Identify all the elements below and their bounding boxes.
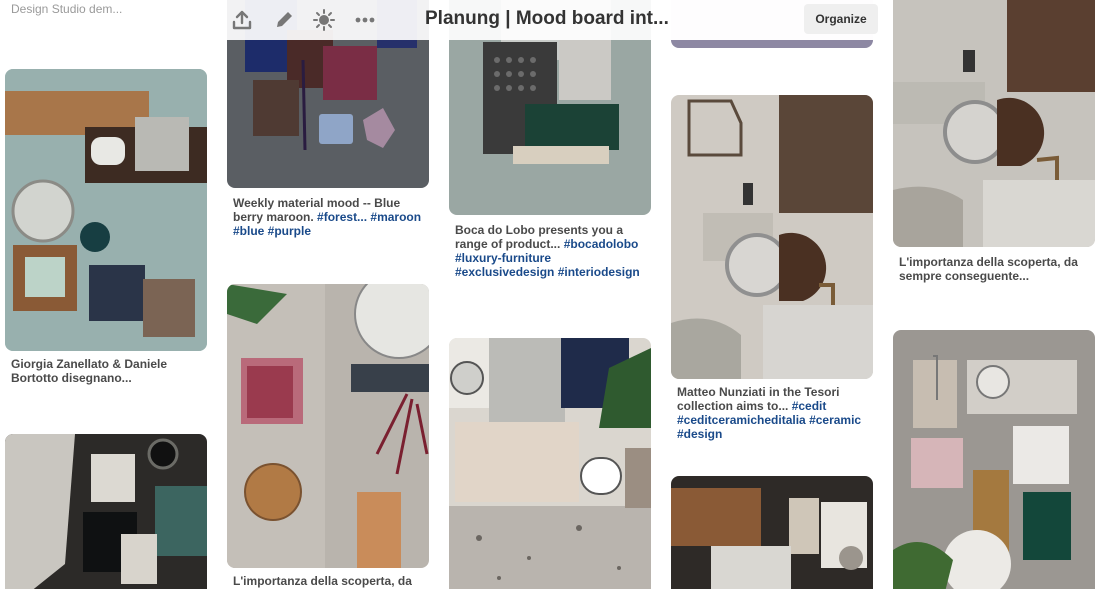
pin-image[interactable] bbox=[671, 476, 873, 589]
pin-caption: Weekly material mood -- Blue berry maroo… bbox=[233, 196, 427, 238]
pin-caption: Giorgia Zanellato & Daniele Bortotto dis… bbox=[11, 357, 168, 385]
moodboard-image bbox=[893, 330, 1095, 589]
sparkle-icon[interactable] bbox=[312, 8, 336, 32]
pin-image[interactable] bbox=[893, 0, 1095, 247]
pin-image[interactable] bbox=[5, 434, 207, 589]
pin-image[interactable] bbox=[893, 330, 1095, 589]
moodboard-image bbox=[5, 69, 207, 351]
edit-icon[interactable] bbox=[272, 8, 296, 32]
moodboard-image bbox=[671, 476, 873, 589]
upload-icon[interactable] bbox=[230, 8, 254, 32]
moodboard-image bbox=[671, 95, 873, 379]
pin-image[interactable] bbox=[449, 338, 651, 589]
moodboard-image bbox=[227, 284, 429, 568]
pin-caption: For this Moodboard Studio Note Design St… bbox=[11, 0, 181, 16]
more-icon[interactable] bbox=[353, 8, 377, 32]
board-title: Planung | Mood board int... bbox=[425, 8, 669, 29]
pin-caption: Boca do Lobo presents you a range of pro… bbox=[455, 223, 649, 279]
pin-board: For this Moodboard Studio Note Design St… bbox=[0, 0, 1100, 589]
pin-caption: L'importanza della scoperta, da bbox=[233, 574, 412, 588]
moodboard-image bbox=[893, 0, 1095, 247]
moodboard-image bbox=[5, 434, 207, 589]
board-header: Planung | Mood board int... Organize bbox=[210, 0, 885, 40]
pin-image[interactable] bbox=[227, 284, 429, 568]
organize-button[interactable]: Organize bbox=[804, 4, 878, 34]
pin-image[interactable] bbox=[5, 69, 207, 351]
moodboard-image bbox=[449, 338, 651, 589]
pin-image[interactable] bbox=[671, 95, 873, 379]
pin-caption: L'importanza della scoperta, da sempre c… bbox=[899, 255, 1078, 283]
pin-caption: Matteo Nunziati in the Tesori collection… bbox=[677, 385, 871, 441]
